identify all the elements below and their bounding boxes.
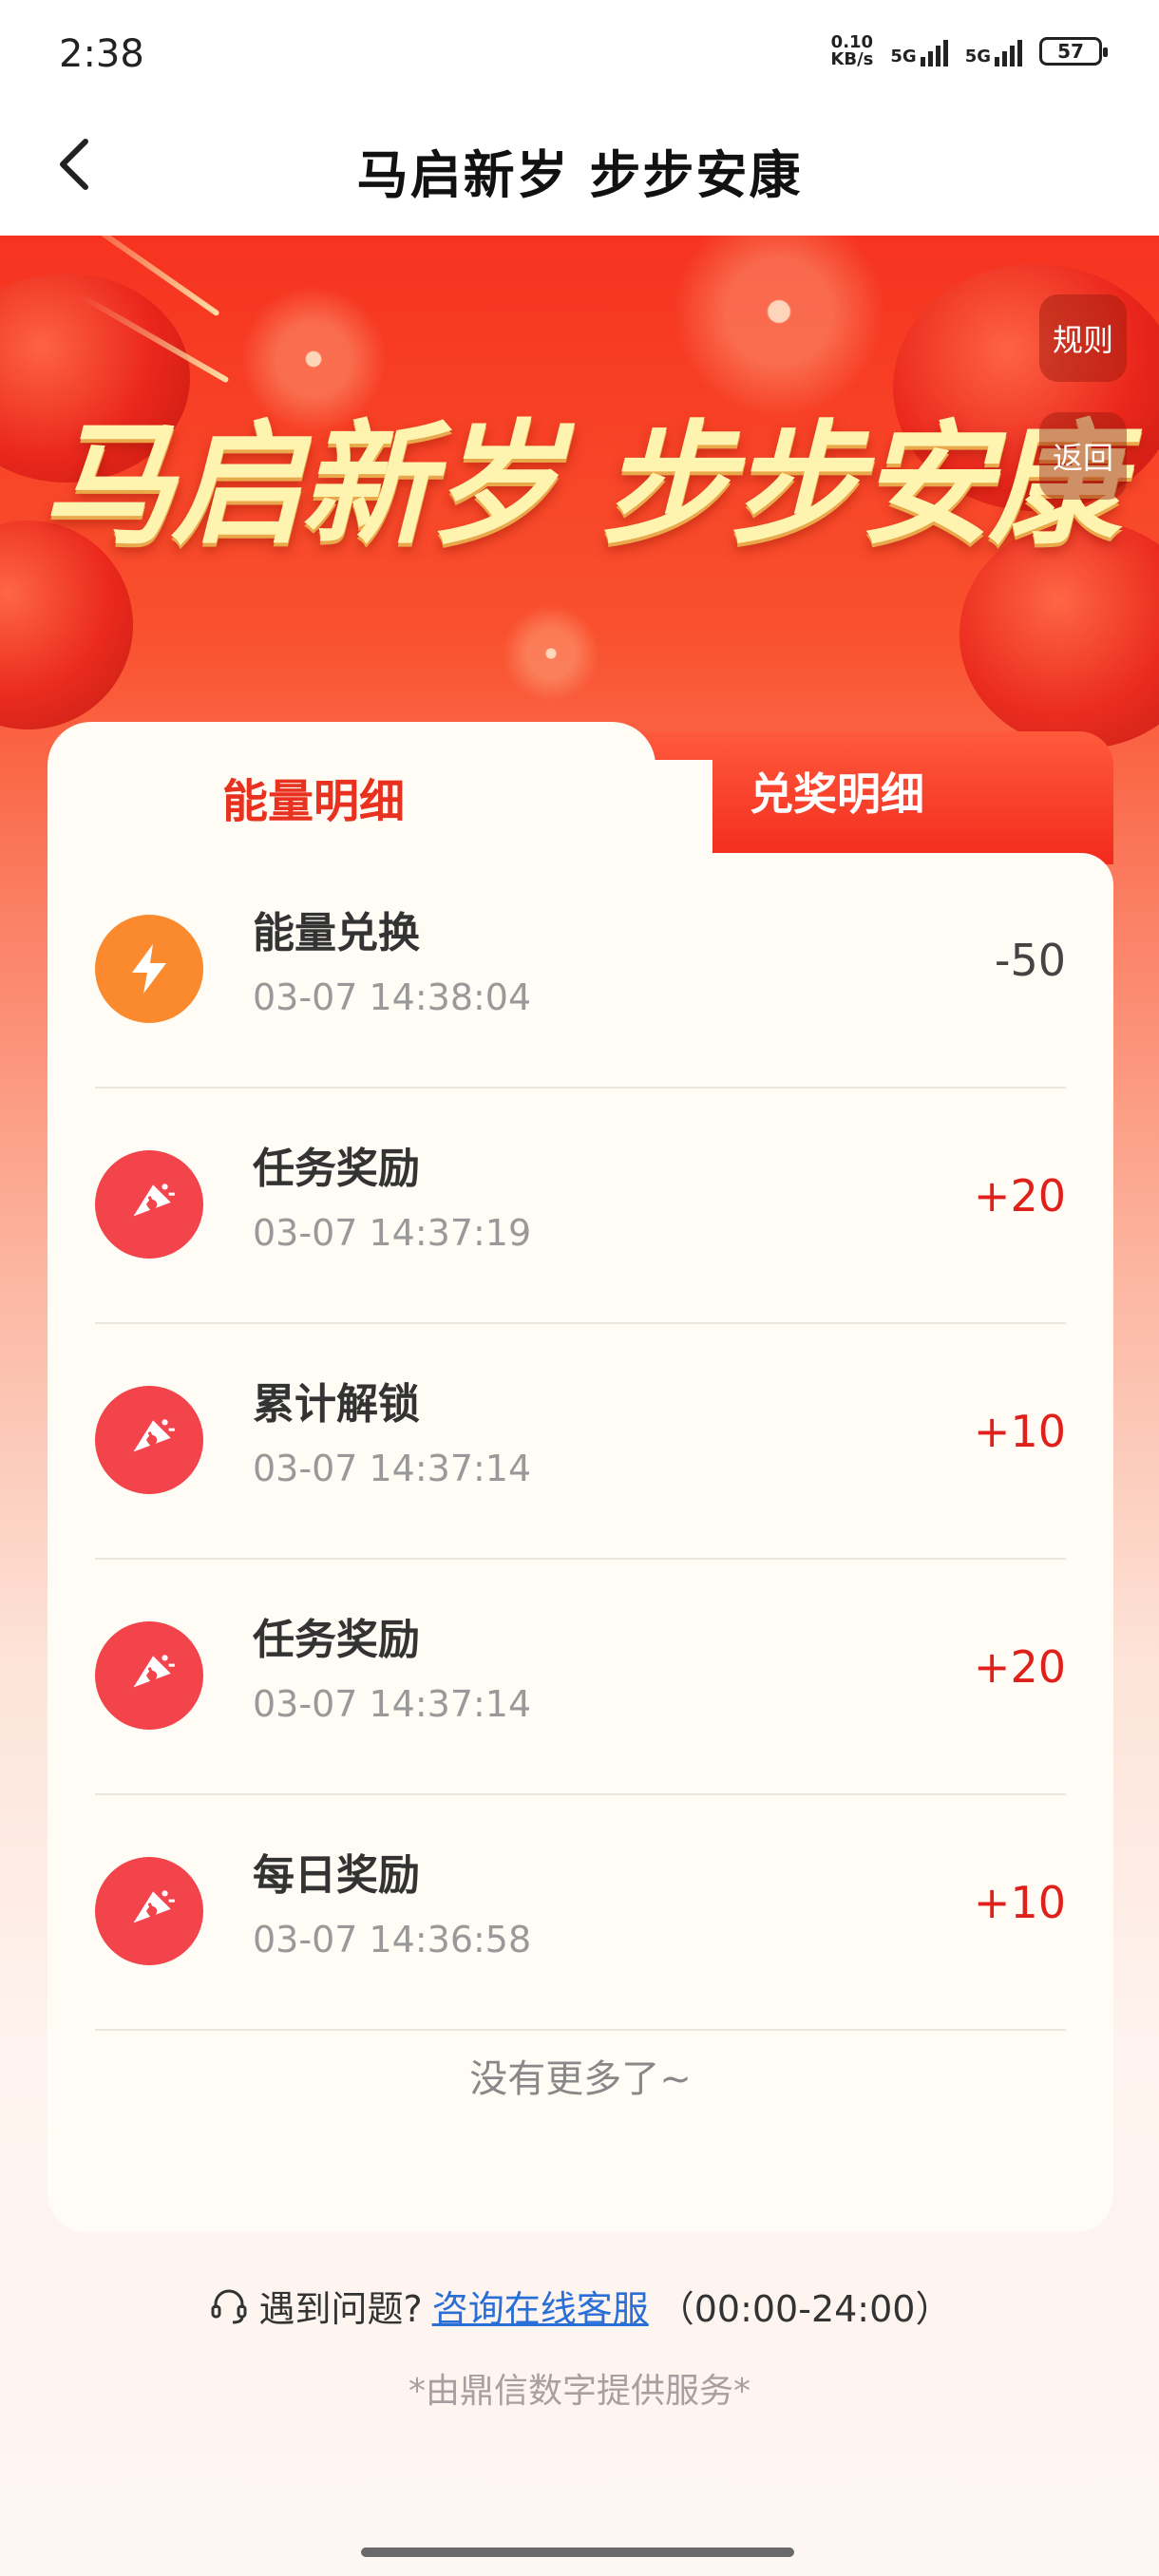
- tab-energy-details-label: 能量明细: [221, 775, 405, 828]
- list-item: 累计解锁 03-07 14:37:14 +10: [95, 1324, 1066, 1560]
- records-list-container: 能量兑换 03-07 14:38:04 -50 任务奖励 03-07 14:37…: [48, 853, 1113, 2232]
- record-time: 03-07 14:37:14: [253, 1683, 532, 1725]
- record-title: 任务奖励: [253, 1616, 420, 1664]
- powered-by-text: *由鼎信数字提供服务*: [408, 2372, 750, 2411]
- service-hours: （00:00-24:00）: [657, 2288, 952, 2330]
- firework-decoration: [494, 597, 608, 710]
- support-line: 遇到问题? 咨询在线客服 （00:00-24:00）: [0, 2280, 1159, 2332]
- hero-title: 马启新岁 步步安康: [41, 407, 1122, 563]
- home-indicator[interactable]: [361, 2548, 794, 2557]
- record-amount: +20: [973, 1170, 1066, 1222]
- signal-sim2-icon: 5G: [965, 36, 1022, 66]
- record-time: 03-07 14:36:58: [253, 1919, 532, 1960]
- record-time: 03-07 14:37:19: [253, 1212, 532, 1254]
- record-amount: +10: [973, 1406, 1066, 1457]
- reward-icon: [95, 1621, 203, 1730]
- record-title: 能量兑换: [253, 909, 420, 957]
- record-amount: -50: [994, 935, 1066, 986]
- lightning-icon: [95, 915, 203, 1023]
- list-item: 任务奖励 03-07 14:37:19 +20: [95, 1089, 1066, 1324]
- list-end-text: 没有更多了~: [469, 2057, 692, 2101]
- list-item: 任务奖励 03-07 14:37:14 +20: [95, 1560, 1066, 1795]
- tab-energy-details[interactable]: 能量明细: [48, 722, 712, 874]
- list-item: 每日奖励 03-07 14:36:58 +10: [95, 1795, 1066, 2031]
- record-title: 每日奖励: [253, 1851, 420, 1900]
- records-list: 能量兑换 03-07 14:38:04 -50 任务奖励 03-07 14:37…: [95, 853, 1066, 2031]
- page-title: 马启新岁 步步安康: [356, 145, 803, 205]
- list-item: 能量兑换 03-07 14:38:04 -50: [95, 853, 1066, 1089]
- record-time: 03-07 14:37:14: [253, 1448, 532, 1489]
- record-amount: +20: [973, 1641, 1066, 1693]
- reward-icon: [95, 1857, 203, 1965]
- support-question: 遇到问题?: [258, 2288, 423, 2330]
- return-button[interactable]: 返回: [1039, 412, 1127, 500]
- status-bar: 2:38 0.10 KB/s 5G 5G 57: [0, 0, 1159, 104]
- online-service-link[interactable]: 咨询在线客服: [432, 2280, 649, 2332]
- reward-icon: [95, 1386, 203, 1494]
- record-time: 03-07 14:38:04: [253, 976, 532, 1018]
- signal-sim1-icon: 5G: [890, 36, 948, 66]
- record-amount: +10: [973, 1877, 1066, 1928]
- battery-icon: 57: [1039, 37, 1108, 66]
- headset-icon: [211, 2289, 247, 2323]
- record-title: 累计解锁: [253, 1380, 420, 1429]
- status-icons: 0.10 KB/s 5G 5G 57: [830, 32, 1108, 69]
- page-content: 马启新岁 步步安康 规则 返回 兑奖明细 能量明细 能量兑换 03-07 14:…: [0, 236, 1159, 2576]
- nav-bar: 马启新岁 步步安康: [0, 104, 1159, 236]
- network-speed: 0.10 KB/s: [830, 32, 874, 69]
- reward-icon: [95, 1150, 203, 1259]
- rules-button[interactable]: 规则: [1039, 294, 1127, 382]
- records-card: 兑奖明细 能量明细 能量兑换 03-07 14:38:04 -50 任务奖励 0…: [48, 722, 1113, 2232]
- status-time: 2:38: [59, 32, 144, 76]
- record-title: 任务奖励: [253, 1145, 420, 1193]
